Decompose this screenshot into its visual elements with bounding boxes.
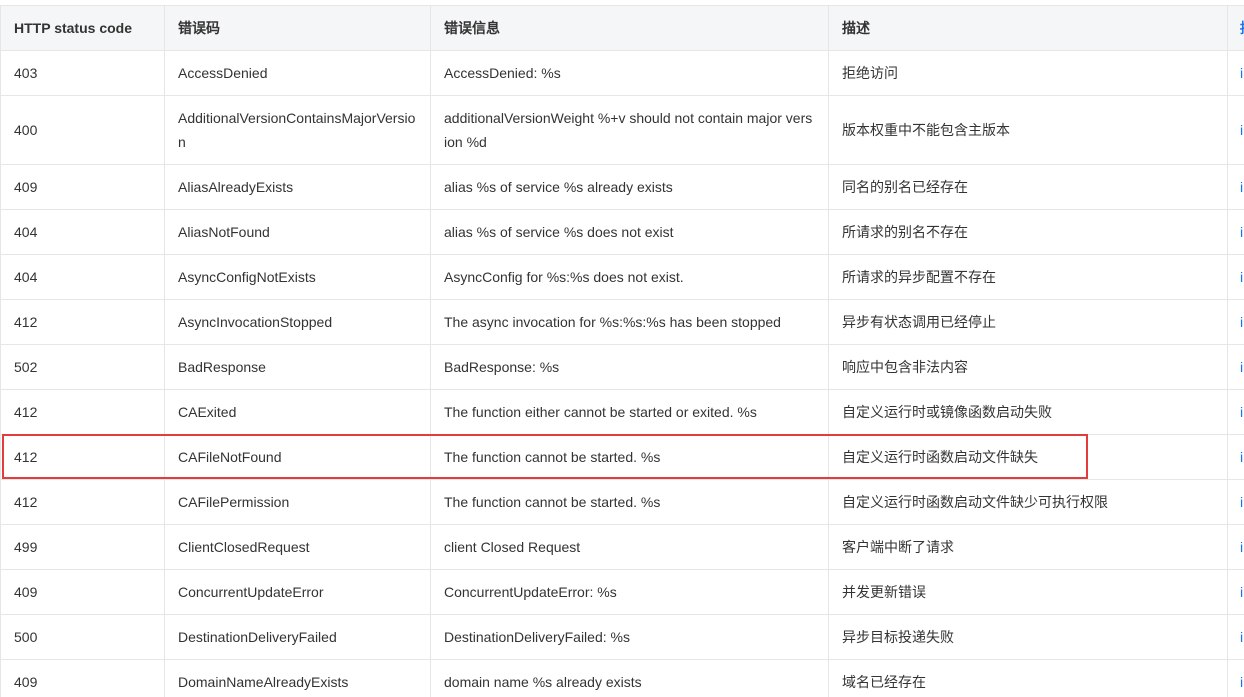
table-row: 409 DomainNameAlreadyExists domain name %s…: [0, 659, 1244, 697]
cell-error-code: ConcurrentUpdateError: [164, 569, 431, 615]
cell-status: 412: [0, 479, 165, 525]
header-error-code: 错误码: [164, 5, 431, 51]
cell-error-message: AccessDenied: %s: [430, 50, 829, 96]
table-header-row: HTTP status code 错误码 错误信息 描述 描: [0, 5, 1244, 51]
table-row: 404 AliasNotFound alias %s of service %s d…: [0, 209, 1244, 255]
cell-error-message: domain name %s already exists: [430, 659, 829, 697]
cell-error-code: BadResponse: [164, 344, 431, 390]
cell-error-code: AccessDenied: [164, 50, 431, 96]
table-row: 412 AsyncInvocationStopped The async invoc…: [0, 299, 1244, 345]
cell-error-code: CAExited: [164, 389, 431, 435]
table-row: 404 AsyncConfigNotExists AsyncConfig for %…: [0, 254, 1244, 300]
error-code-table-container: HTTP status code 错误码 错误信息 描述 描 403Access…: [0, 5, 1244, 697]
cell-error-message: additionalVersionWeight %+v should not c…: [430, 95, 829, 165]
cell-status: 404: [0, 254, 165, 300]
cell-description: 异步目标投递失败: [828, 614, 1228, 660]
cell-error-message: DestinationDeliveryFailed: %s: [430, 614, 829, 660]
header-http-status: HTTP status code: [0, 5, 165, 51]
cell-description: 自定义运行时函数启动文件缺失: [828, 434, 1228, 480]
cell-error-message: alias %s of service %s already exists: [430, 164, 829, 210]
cell-status: 409: [0, 164, 165, 210]
header-error-message: 错误信息: [430, 5, 829, 51]
cell-description: 所请求的别名不存在: [828, 209, 1228, 255]
cell-error-message: AsyncConfig for %s:%s does not exist.: [430, 254, 829, 300]
cell-truncated-link[interactable]: i: [1227, 164, 1244, 210]
cell-truncated-link[interactable]: i: [1227, 209, 1244, 255]
cell-description: 异步有状态调用已经停止: [828, 299, 1228, 345]
cell-status: 403: [0, 50, 165, 96]
table-row: 412 CAExited The function either cannot be…: [0, 389, 1244, 435]
table-row: 409 ConcurrentUpdateError ConcurrentUpdate…: [0, 569, 1244, 615]
cell-error-message: BadResponse: %s: [430, 344, 829, 390]
table-row: 412 CAFilePermission The function cannot b…: [0, 479, 1244, 525]
table-row: 400 AdditionalVersionContainsMajorVersion…: [0, 95, 1244, 165]
cell-error-message: The async invocation for %s:%s:%s has be…: [430, 299, 829, 345]
cell-error-message: The function cannot be started. %s: [430, 434, 829, 480]
cell-status: 500: [0, 614, 165, 660]
cell-truncated-link[interactable]: i: [1227, 569, 1244, 615]
cell-status: 502: [0, 344, 165, 390]
cell-error-code: ClientClosedRequest: [164, 524, 431, 570]
cell-status: 412: [0, 299, 165, 345]
cell-truncated-link[interactable]: i: [1227, 614, 1244, 660]
cell-status: 400: [0, 95, 165, 165]
cell-status: 409: [0, 569, 165, 615]
cell-truncated-link[interactable]: i: [1227, 299, 1244, 345]
table-row: 403 AccessDenied AccessDenied: %s 拒绝访问 i: [0, 50, 1244, 96]
cell-description: 自定义运行时或镜像函数启动失败: [828, 389, 1228, 435]
cell-error-message: client Closed Request: [430, 524, 829, 570]
table-row: 409 AliasAlreadyExists alias %s of service…: [0, 164, 1244, 210]
cell-description: 版本权重中不能包含主版本: [828, 95, 1228, 165]
cell-status: 404: [0, 209, 165, 255]
cell-error-code: AsyncInvocationStopped: [164, 299, 431, 345]
cell-description: 客户端中断了请求: [828, 524, 1228, 570]
cell-error-message: The function either cannot be started or…: [430, 389, 829, 435]
cell-truncated-link[interactable]: i: [1227, 389, 1244, 435]
cell-error-code: DomainNameAlreadyExists: [164, 659, 431, 697]
cell-truncated-link[interactable]: i: [1227, 479, 1244, 525]
cell-description: 所请求的异步配置不存在: [828, 254, 1228, 300]
cell-error-message: The function cannot be started. %s: [430, 479, 829, 525]
cell-description: 域名已经存在: [828, 659, 1228, 697]
cell-error-code: AdditionalVersionContainsMajorVersion: [164, 95, 431, 165]
cell-error-code: DestinationDeliveryFailed: [164, 614, 431, 660]
table-row: 499 ClientClosedRequest client Closed Requ…: [0, 524, 1244, 570]
cell-error-code: AliasAlreadyExists: [164, 164, 431, 210]
table-row: 502 BadResponse BadResponse: %s 响应中包含非法内容 i: [0, 344, 1244, 390]
cell-status: 412: [0, 434, 165, 480]
cell-error-message: ConcurrentUpdateError: %s: [430, 569, 829, 615]
cell-error-code: AsyncConfigNotExists: [164, 254, 431, 300]
cell-truncated-link[interactable]: i: [1227, 50, 1244, 96]
cell-description: 同名的别名已经存在: [828, 164, 1228, 210]
header-truncated: 描: [1227, 5, 1244, 51]
table-row: 500 DestinationDeliveryFailed DestinationD…: [0, 614, 1244, 660]
cell-truncated-link[interactable]: i: [1227, 434, 1244, 480]
cell-status: 409: [0, 659, 165, 697]
cell-truncated-link[interactable]: i: [1227, 659, 1244, 697]
cell-error-message: alias %s of service %s does not exist: [430, 209, 829, 255]
cell-truncated-link[interactable]: i: [1227, 344, 1244, 390]
cell-error-code: CAFileNotFound: [164, 434, 431, 480]
cell-description: 拒绝访问: [828, 50, 1228, 96]
cell-error-code: CAFilePermission: [164, 479, 431, 525]
cell-status: 499: [0, 524, 165, 570]
cell-description: 并发更新错误: [828, 569, 1228, 615]
cell-description: 自定义运行时函数启动文件缺少可执行权限: [828, 479, 1228, 525]
table-row: 412 CAFileNotFound The function cannot be …: [0, 434, 1244, 480]
cell-truncated-link[interactable]: i: [1227, 524, 1244, 570]
cell-error-code: AliasNotFound: [164, 209, 431, 255]
cell-truncated-link[interactable]: i: [1227, 254, 1244, 300]
error-code-table: HTTP status code 错误码 错误信息 描述 描 403Access…: [0, 5, 1244, 697]
header-description: 描述: [828, 5, 1228, 51]
cell-description: 响应中包含非法内容: [828, 344, 1228, 390]
cell-status: 412: [0, 389, 165, 435]
cell-truncated-link[interactable]: i: [1227, 95, 1244, 165]
